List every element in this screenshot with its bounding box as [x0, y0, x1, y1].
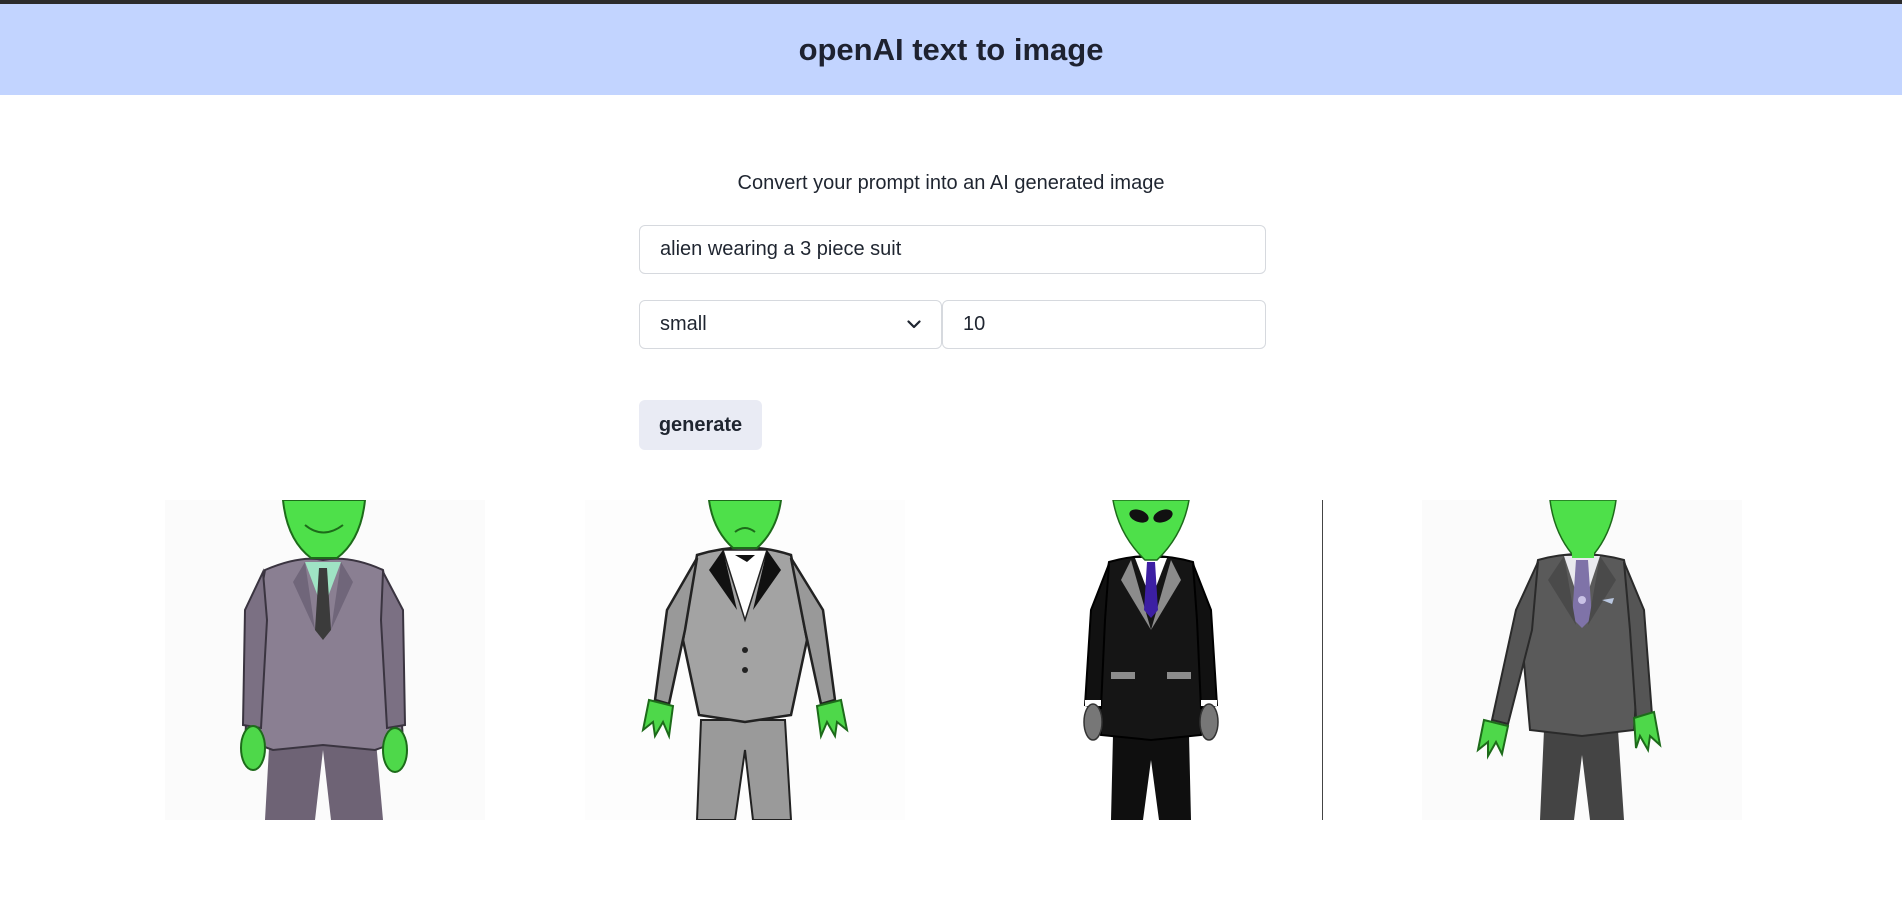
generated-image-3 [993, 500, 1313, 820]
prompt-input[interactable] [639, 225, 1266, 274]
prompt-description: Convert your prompt into an AI generated… [737, 172, 1165, 194]
image-divider [1322, 500, 1323, 820]
image-count-input[interactable] [942, 300, 1266, 349]
size-select-value: small [660, 313, 707, 335]
generate-button[interactable]: generate [639, 400, 762, 450]
chevron-down-icon [907, 320, 921, 329]
generated-image-2 [585, 500, 905, 820]
page-title: openAI text to image [798, 31, 1104, 67]
generated-image-1 [165, 500, 485, 820]
generated-image-4 [1422, 500, 1742, 820]
size-select[interactable]: small [639, 300, 942, 349]
app-header: openAI text to image [0, 4, 1902, 95]
image-gallery [165, 500, 1742, 820]
